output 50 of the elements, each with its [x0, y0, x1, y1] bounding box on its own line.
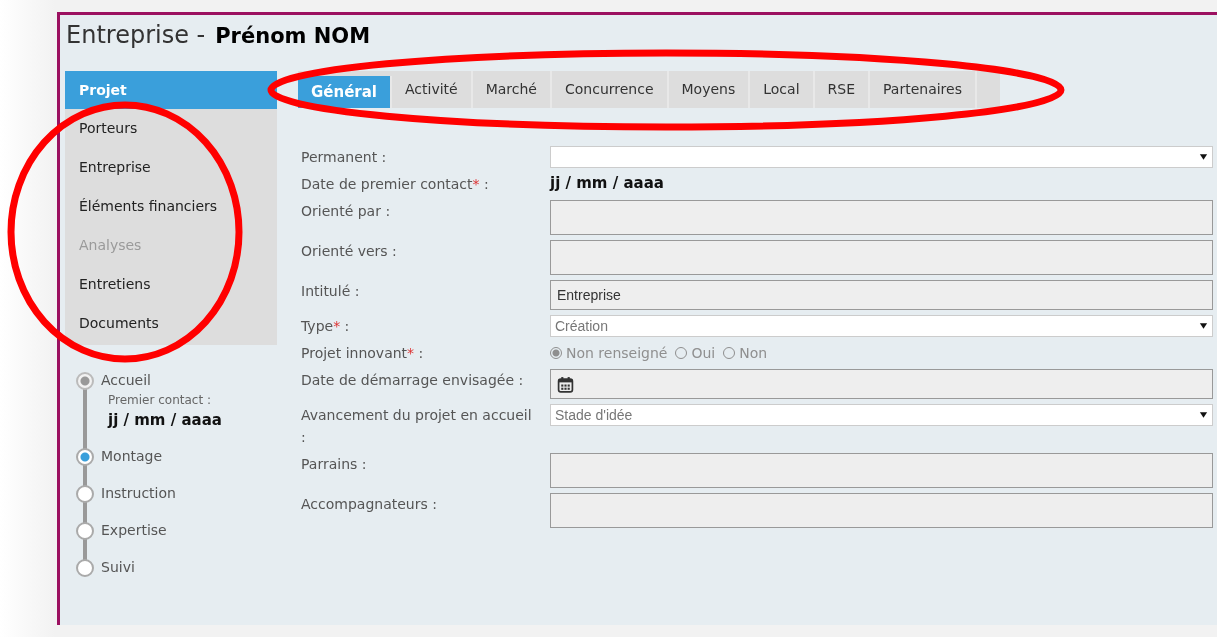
dropdown[interactable]: Stade d'idée: [550, 404, 1213, 426]
step-radio[interactable]: [76, 522, 94, 540]
person-name: Prénom NOM: [215, 24, 371, 48]
caret-icon: [1199, 322, 1208, 330]
tab[interactable]: Marché: [472, 71, 552, 108]
field-label: Permanent :: [301, 148, 388, 167]
text-area[interactable]: [550, 493, 1213, 528]
tab[interactable]: Moyens: [668, 71, 751, 108]
sidebar-item[interactable]: Entretiens: [65, 265, 277, 304]
tab[interactable]: RSE: [814, 71, 870, 108]
step-radio[interactable]: [76, 559, 94, 577]
detail-label: Premier contact :: [108, 393, 212, 407]
date-field[interactable]: [550, 369, 1213, 399]
tab[interactable]: Partenaires: [870, 71, 977, 108]
sidebar-item[interactable]: Entreprise: [65, 148, 277, 187]
dropdown[interactable]: Création: [550, 315, 1213, 337]
field-label: Accompagnateurs :: [301, 495, 438, 514]
field-label: Type* :: [301, 317, 351, 336]
step-label: Instruction: [101, 485, 176, 501]
text-area[interactable]: [550, 200, 1213, 235]
tab[interactable]: Concurrence: [552, 71, 669, 108]
field-label: Intitulé :: [301, 282, 361, 301]
step-label: Suivi: [101, 559, 135, 575]
date-value: jj / mm / aaaa: [550, 173, 665, 193]
field-label: Orienté vers :: [301, 242, 398, 261]
dropdown[interactable]: [550, 146, 1213, 168]
field-label: Date de premier contact* :: [301, 175, 490, 194]
field-label: Avancement du projet en accueil :: [301, 406, 533, 447]
sidebar-item[interactable]: Documents: [65, 304, 277, 343]
step-label: Expertise: [101, 522, 167, 538]
sidebar-item[interactable]: Éléments financiers: [65, 187, 277, 226]
calendar-icon[interactable]: [557, 375, 574, 393]
text-area[interactable]: [550, 240, 1213, 275]
field-label: Projet innovant* :: [301, 344, 425, 363]
input-field[interactable]: Entreprise: [550, 280, 1213, 310]
text-area[interactable]: [550, 453, 1213, 488]
field-label: Date de démarrage envisagée :: [301, 371, 525, 390]
tab[interactable]: Activité: [392, 71, 473, 108]
step-radio[interactable]: [76, 485, 94, 503]
caret-icon: [1199, 153, 1208, 161]
sidebar-item[interactable]: Porteurs: [65, 109, 277, 148]
caret-icon: [1199, 411, 1208, 419]
step-label: Accueil: [101, 372, 152, 388]
window-title: Entreprise -: [66, 21, 206, 49]
field-label: Parrains :: [301, 455, 368, 474]
step-radio[interactable]: [76, 448, 94, 466]
detail-value: jj / mm / aaaa: [108, 411, 222, 429]
field-label: Orienté par :: [301, 202, 392, 221]
tab[interactable]: Local: [750, 71, 815, 108]
step-label: Montage: [101, 448, 163, 464]
